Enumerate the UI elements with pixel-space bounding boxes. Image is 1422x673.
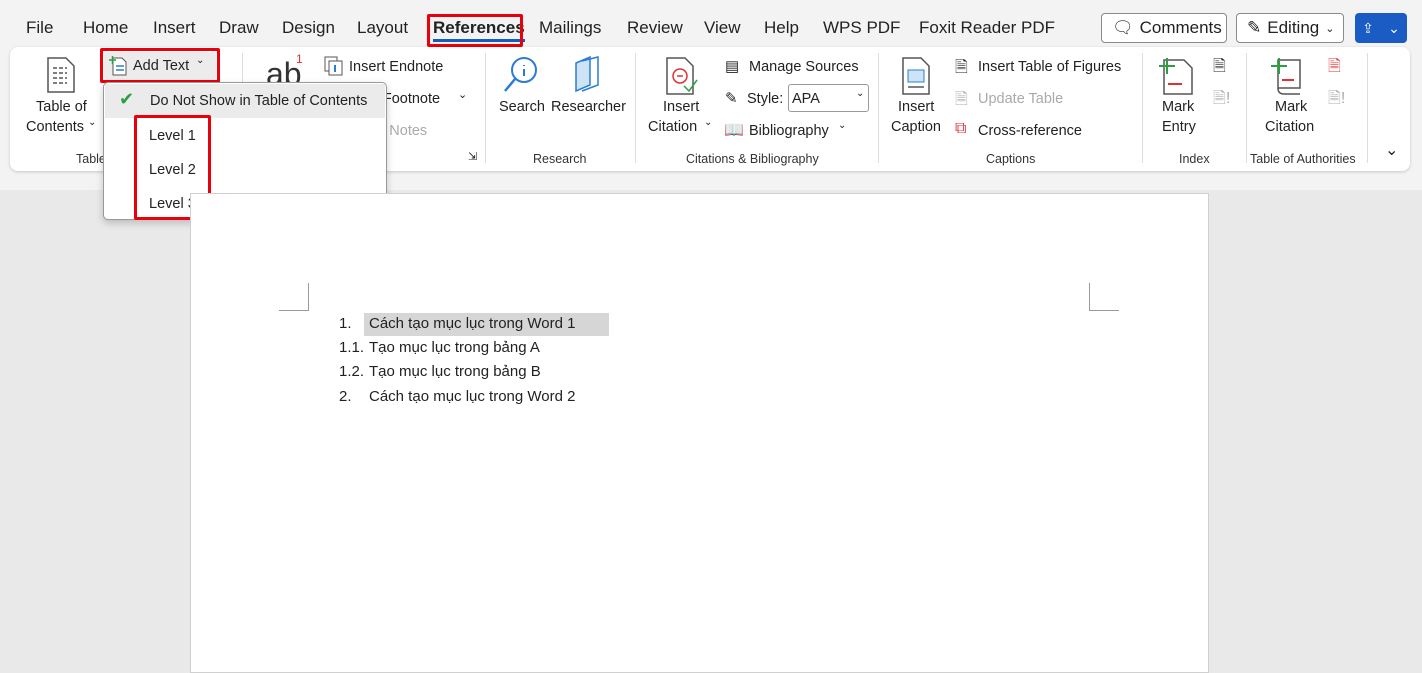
list-number: 1. <box>339 315 352 332</box>
table-of-figures-icon: 🗎 <box>955 59 968 76</box>
insert-index-icon[interactable]: 🗎 <box>1213 55 1226 82</box>
highlight-box <box>427 14 523 47</box>
style-icon: ✎ <box>725 90 738 107</box>
group-label-citations: Citations & Bibliography <box>686 152 819 166</box>
document-page[interactable] <box>190 193 1209 673</box>
editing-button[interactable]: ✎ Editing ⌄ <box>1236 13 1344 43</box>
tab-review[interactable]: Review <box>627 18 683 38</box>
comment-icon: 🗨 <box>1112 18 1134 37</box>
mark-citation-label[interactable]: Mark <box>1275 99 1307 115</box>
footnote-superscript: 1 <box>296 52 303 66</box>
mark-citation-label-2[interactable]: Citation <box>1265 119 1314 135</box>
chevron-down-icon: ⌄ <box>88 117 97 128</box>
update-table-icon: 🗎 <box>955 91 968 108</box>
comments-label: Comments <box>1139 18 1222 37</box>
chevron-down-icon: ⌄ <box>838 120 847 131</box>
list-item[interactable]: Tạo mục lục trong bảng A <box>369 339 540 356</box>
cross-reference-button[interactable]: Cross-reference <box>978 123 1082 139</box>
list-item[interactable]: Tạo mục lục trong bảng B <box>369 363 541 380</box>
cross-reference-icon: ⧉ <box>955 120 967 137</box>
chevron-down-icon: ⌄ <box>1388 19 1400 36</box>
insert-citation-label-2[interactable]: Citation <box>648 119 697 135</box>
researcher-icon <box>575 55 599 93</box>
menu-item-do-not-show[interactable]: ✔ Do Not Show in Table of Contents <box>105 84 385 118</box>
chevron-down-icon[interactable]: ⌄ <box>458 88 467 101</box>
insert-endnote-icon <box>324 56 343 76</box>
tab-help[interactable]: Help <box>764 18 799 38</box>
margin-corner-mark <box>1089 283 1119 311</box>
chevron-down-icon: ⌄ <box>704 117 713 128</box>
search-button[interactable]: Search <box>499 99 545 115</box>
chevron-down-icon: ⌄ <box>856 88 865 99</box>
researcher-button[interactable]: Researcher <box>551 99 626 115</box>
tab-design[interactable]: Design <box>282 18 335 38</box>
update-table-button[interactable]: Update Table <box>978 91 1063 107</box>
list-number: 2. <box>339 388 352 405</box>
toc-button-label-2[interactable]: Contents <box>26 119 84 135</box>
insert-citation-label[interactable]: Insert <box>663 99 699 115</box>
mark-entry-icon <box>1159 58 1193 95</box>
tab-home[interactable]: Home <box>83 18 128 38</box>
group-label-toa: Table of Authorities <box>1250 152 1356 166</box>
tab-file[interactable]: File <box>26 18 53 38</box>
bibliography-button[interactable]: Bibliography <box>749 123 829 139</box>
table-of-contents-icon <box>47 57 75 93</box>
list-item[interactable]: Cách tạo mục lục trong Word 1 <box>369 315 575 332</box>
tab-draw[interactable]: Draw <box>219 18 259 38</box>
list-number: 1.2. <box>339 363 365 380</box>
group-label-captions: Captions <box>986 152 1036 166</box>
style-label: Style: <box>747 91 784 107</box>
menu-item-label: Do Not Show in Table of Contents <box>150 93 368 109</box>
insert-citation-icon <box>666 57 698 95</box>
mark-entry-label[interactable]: Mark <box>1162 99 1194 115</box>
comments-button[interactable]: 🗨 Comments <box>1101 13 1227 43</box>
mark-entry-label-2[interactable]: Entry <box>1162 119 1196 135</box>
tab-foxit-reader-pdf[interactable]: Foxit Reader PDF <box>919 18 1055 38</box>
style-value: APA <box>792 91 820 107</box>
chevron-down-icon: ⌄ <box>1325 22 1335 35</box>
style-select[interactable]: APA ⌄ <box>788 84 869 112</box>
group-label-index: Index <box>1179 152 1210 166</box>
list-number: 1.1. <box>339 339 365 356</box>
tab-layout[interactable]: Layout <box>357 18 408 38</box>
manage-sources-icon: ▤ <box>725 58 740 75</box>
collapse-ribbon-icon[interactable]: ⌄ <box>1385 140 1398 160</box>
update-index-icon[interactable]: 🗎! <box>1213 87 1230 114</box>
tab-wps-pdf[interactable]: WPS PDF <box>823 18 900 38</box>
share-icon: ⇪ <box>1362 19 1374 36</box>
bibliography-icon: 📖 <box>724 122 744 139</box>
insert-table-of-figures-button[interactable]: Insert Table of Figures <box>978 59 1121 75</box>
toc-button-label[interactable]: Table of <box>36 99 87 115</box>
pencil-icon: ✎ <box>1247 18 1262 37</box>
dialog-launcher-icon[interactable]: ⇲ <box>468 150 477 163</box>
insert-endnote-button[interactable]: Insert Endnote <box>349 59 443 75</box>
insert-caption-icon <box>902 57 930 95</box>
list-item[interactable]: Cách tạo mục lục trong Word 2 <box>369 388 575 405</box>
insert-caption-label-2[interactable]: Caption <box>891 119 941 135</box>
checkmark-icon: ✔ <box>119 89 135 109</box>
tab-mailings[interactable]: Mailings <box>539 18 601 38</box>
update-table-of-authorities-icon[interactable]: 🗎! <box>1328 87 1345 114</box>
highlight-box <box>100 48 220 83</box>
tab-view[interactable]: View <box>704 18 741 38</box>
tab-insert[interactable]: Insert <box>153 18 196 38</box>
manage-sources-button[interactable]: Manage Sources <box>749 59 859 75</box>
share-button[interactable]: ⇪ ⌄ <box>1355 13 1407 43</box>
search-icon <box>504 57 537 92</box>
margin-corner-mark <box>279 283 309 311</box>
insert-table-of-authorities-icon[interactable]: 🗎 <box>1328 55 1341 82</box>
mark-citation-icon <box>1271 58 1301 95</box>
insert-caption-label[interactable]: Insert <box>898 99 934 115</box>
group-label-research: Research <box>533 152 587 166</box>
editing-label: Editing <box>1267 18 1320 37</box>
